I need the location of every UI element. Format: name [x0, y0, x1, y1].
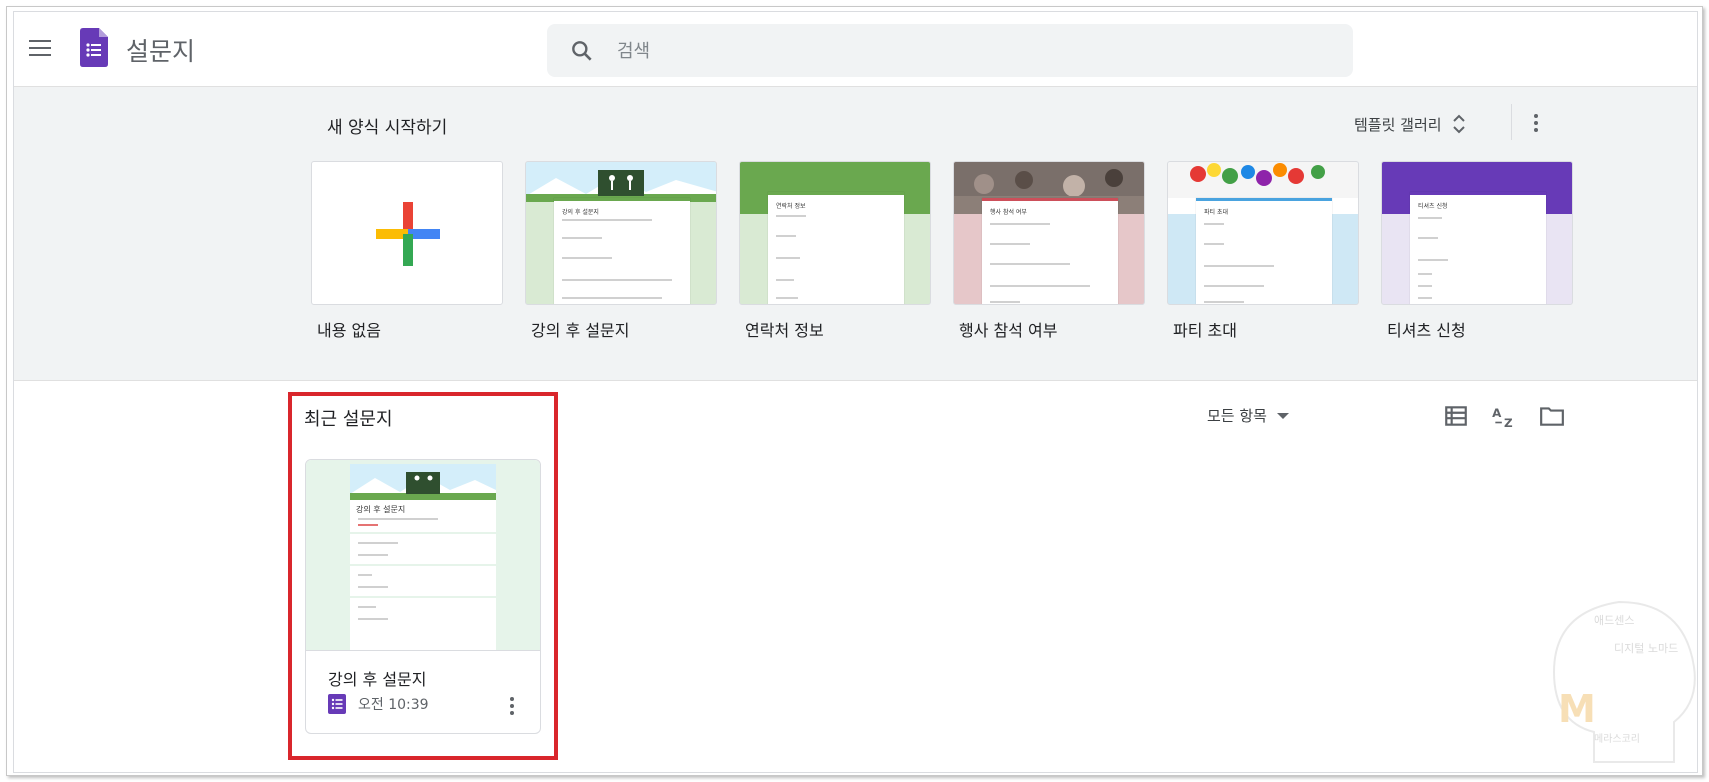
- form-preview: 연락처 정보: [768, 192, 904, 304]
- template-label: 행사 참석 여부: [959, 321, 1058, 340]
- search-input[interactable]: [615, 24, 1319, 79]
- divider: [1511, 104, 1512, 140]
- unfold-icon: [1452, 114, 1465, 134]
- template-gallery-label: 템플릿 갤러리: [1354, 115, 1442, 134]
- preview-title: 연락처 정보: [776, 203, 806, 210]
- svg-text:Z: Z: [1504, 416, 1513, 429]
- more-options-icon[interactable]: [1524, 111, 1548, 135]
- forms-logo-icon[interactable]: [80, 28, 108, 67]
- preview-title: 파티 초대: [1204, 209, 1228, 216]
- app-window: 설문지 새 양식 시작하기 템플릿 갤러리: [13, 11, 1698, 773]
- landscape-banner-icon: [526, 162, 716, 202]
- list-view-icon[interactable]: [1443, 403, 1469, 429]
- template-label: 파티 초대: [1173, 321, 1237, 340]
- template-label: 내용 없음: [317, 321, 381, 340]
- plus-icon: [376, 202, 440, 266]
- app-header: 설문지: [14, 12, 1697, 87]
- svg-text:A: A: [1492, 406, 1502, 420]
- template-lecture-survey[interactable]: 강의 후 설문지: [525, 161, 717, 305]
- watermark-text-bottom: 메라스코리: [1594, 733, 1640, 745]
- template-label: 연락처 정보: [745, 321, 824, 340]
- dropdown-caret-icon: [1276, 412, 1289, 419]
- preview-title: 티셔츠 신청: [1418, 203, 1448, 210]
- template-tshirt-signup[interactable]: 티셔츠 신청: [1381, 161, 1573, 305]
- template-section: 새 양식 시작하기 템플릿 갤러리 내용 없음 강의 후 설문지 강의 후 설문…: [14, 87, 1697, 381]
- search-icon[interactable]: [569, 38, 595, 64]
- form-preview: 강의 후 설문지: [554, 198, 690, 304]
- highlight-box: [288, 392, 558, 760]
- template-contact-info[interactable]: 연락처 정보: [739, 161, 931, 305]
- template-event-rsvp[interactable]: 행사 참석 여부: [953, 161, 1145, 305]
- app-title[interactable]: 설문지: [126, 32, 195, 68]
- template-party-invite[interactable]: 파티 초대: [1167, 161, 1359, 305]
- form-preview: 행사 참석 여부: [982, 198, 1118, 304]
- screenshot-frame: 설문지 새 양식 시작하기 템플릿 갤러리: [6, 6, 1703, 776]
- preview-title: 행사 참석 여부: [990, 209, 1027, 216]
- folder-icon[interactable]: [1539, 403, 1565, 429]
- sort-az-icon[interactable]: A Z: [1491, 403, 1517, 429]
- template-label: 티셔츠 신청: [1387, 321, 1466, 340]
- template-blank[interactable]: [311, 161, 503, 305]
- watermark-letter: M: [1558, 687, 1596, 731]
- owner-filter-dropdown[interactable]: 모든 항목: [1207, 405, 1289, 426]
- watermark-logo: 애드센스 디지털 노마드 M 메라스코리: [1552, 600, 1696, 763]
- section-title-new-form: 새 양식 시작하기: [327, 118, 448, 138]
- form-preview: 파티 초대: [1196, 198, 1332, 304]
- watermark-text-mid: 디지털 노마드: [1614, 642, 1678, 655]
- template-gallery-button[interactable]: 템플릿 갤러리: [1354, 111, 1466, 137]
- template-label: 강의 후 설문지: [531, 321, 630, 340]
- main-menu-icon[interactable]: [29, 40, 51, 56]
- preview-title: 강의 후 설문지: [562, 209, 599, 216]
- form-preview: 티셔츠 신청: [1410, 192, 1546, 304]
- watermark-text-top: 애드센스: [1594, 614, 1634, 627]
- filter-label: 모든 항목: [1207, 407, 1267, 425]
- search-bar[interactable]: [547, 24, 1353, 79]
